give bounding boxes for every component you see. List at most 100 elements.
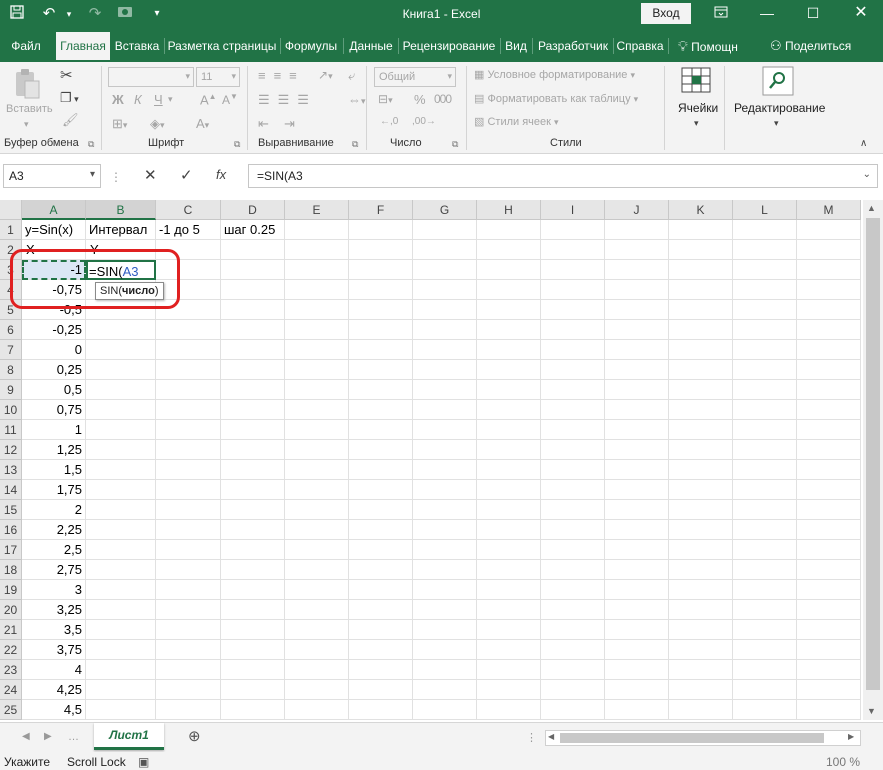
cell-b20[interactable] [86,600,156,620]
cell-j16[interactable] [605,520,669,540]
cell-b13[interactable] [86,460,156,480]
cell-h9[interactable] [477,380,541,400]
cell-m2[interactable] [797,240,861,260]
cell-a15[interactable]: 2 [22,500,86,520]
name-box[interactable]: A3 ▾ [3,164,101,188]
cell-e22[interactable] [285,640,349,660]
underline-dropdown-icon[interactable]: ▾ [168,94,173,105]
row-header-15[interactable]: 15 [0,500,22,520]
cell-c12[interactable] [156,440,221,460]
cell-k10[interactable] [669,400,733,420]
cell-j2[interactable] [605,240,669,260]
cell-l22[interactable] [733,640,797,660]
cell-d15[interactable] [221,500,285,520]
format-as-table-button[interactable]: ▤ Форматировать как таблицу ▾ [474,92,638,105]
horizontal-align-icons[interactable]: ☰☰☰ [258,92,317,108]
cell-b22[interactable] [86,640,156,660]
orientation-icon[interactable]: ↗▾ [318,68,333,82]
cell-a20[interactable]: 3,25 [22,600,86,620]
cells-dropdown-icon[interactable]: ▾ [694,118,699,129]
zoom-level[interactable]: 100 % [826,755,860,769]
cell-g8[interactable] [413,360,477,380]
hscroll-thumb[interactable] [560,733,824,743]
row-header-2[interactable]: 2 [0,240,22,260]
cell-b7[interactable] [86,340,156,360]
worksheet-grid[interactable]: A B C D E F G H I J K L M 1 y=Sin(x) Интервал -1 до 5 шаг… [0,200,863,720]
cell-h1[interactable] [477,220,541,240]
cell-g25[interactable] [413,700,477,720]
cell-k12[interactable] [669,440,733,460]
cell-a18[interactable]: 2,75 [22,560,86,580]
cell-m24[interactable] [797,680,861,700]
column-header-a[interactable]: A [22,200,86,220]
alignment-launcher-icon[interactable]: ⧉ [352,139,358,150]
cell-f11[interactable] [349,420,413,440]
cell-m9[interactable] [797,380,861,400]
row-header-12[interactable]: 12 [0,440,22,460]
cell-f6[interactable] [349,320,413,340]
cell-g1[interactable] [413,220,477,240]
cell-m5[interactable] [797,300,861,320]
cell-c24[interactable] [156,680,221,700]
cell-j5[interactable] [605,300,669,320]
cancel-icon[interactable]: ✕ [144,166,157,184]
paste-dropdown-icon[interactable]: ▾ [24,119,29,130]
cell-c18[interactable] [156,560,221,580]
cell-b10[interactable] [86,400,156,420]
editing-dropdown-icon[interactable]: ▾ [774,118,779,129]
cell-b6[interactable] [86,320,156,340]
cell-b21[interactable] [86,620,156,640]
row-header-7[interactable]: 7 [0,340,22,360]
cell-e19[interactable] [285,580,349,600]
cell-f16[interactable] [349,520,413,540]
tab-tell-me[interactable]: 💡︎ Помощн [678,32,758,60]
column-header-k[interactable]: K [669,200,733,220]
cell-c7[interactable] [156,340,221,360]
cell-e8[interactable] [285,360,349,380]
cell-m8[interactable] [797,360,861,380]
cell-j24[interactable] [605,680,669,700]
cell-h16[interactable] [477,520,541,540]
cell-a10[interactable]: 0,75 [22,400,86,420]
cell-d7[interactable] [221,340,285,360]
column-header-b[interactable]: B [86,200,156,220]
cell-e20[interactable] [285,600,349,620]
cell-l9[interactable] [733,380,797,400]
cell-m13[interactable] [797,460,861,480]
cell-k2[interactable] [669,240,733,260]
cell-a12[interactable]: 1,25 [22,440,86,460]
cell-d13[interactable] [221,460,285,480]
cell-j12[interactable] [605,440,669,460]
cell-f22[interactable] [349,640,413,660]
cell-e12[interactable] [285,440,349,460]
decrease-decimal-icon[interactable]: ,00→ [412,116,436,127]
paste-button-label[interactable]: Вставить [6,103,53,115]
cell-d2[interactable] [221,240,285,260]
cell-m22[interactable] [797,640,861,660]
cell-l25[interactable] [733,700,797,720]
function-tooltip[interactable]: SIN(число) [95,282,164,300]
thousands-icon[interactable]: 000 [434,92,452,106]
cell-c20[interactable] [156,600,221,620]
cell-k1[interactable] [669,220,733,240]
cell-j21[interactable] [605,620,669,640]
cell-m3[interactable] [797,260,861,280]
cell-a11[interactable]: 1 [22,420,86,440]
row-header-1[interactable]: 1 [0,220,22,240]
cell-c8[interactable] [156,360,221,380]
column-header-m[interactable]: M [797,200,861,220]
cell-d3[interactable] [221,260,285,280]
cell-i20[interactable] [541,600,605,620]
cell-j19[interactable] [605,580,669,600]
font-launcher-icon[interactable]: ⧉ [234,139,240,150]
tab-view[interactable]: Вид [502,32,530,60]
row-header-16[interactable]: 16 [0,520,22,540]
cell-f4[interactable] [349,280,413,300]
cell-l6[interactable] [733,320,797,340]
cell-e1[interactable] [285,220,349,240]
cell-k3[interactable] [669,260,733,280]
cell-a25[interactable]: 4,5 [22,700,86,720]
cell-k20[interactable] [669,600,733,620]
cell-i1[interactable] [541,220,605,240]
cell-i19[interactable] [541,580,605,600]
